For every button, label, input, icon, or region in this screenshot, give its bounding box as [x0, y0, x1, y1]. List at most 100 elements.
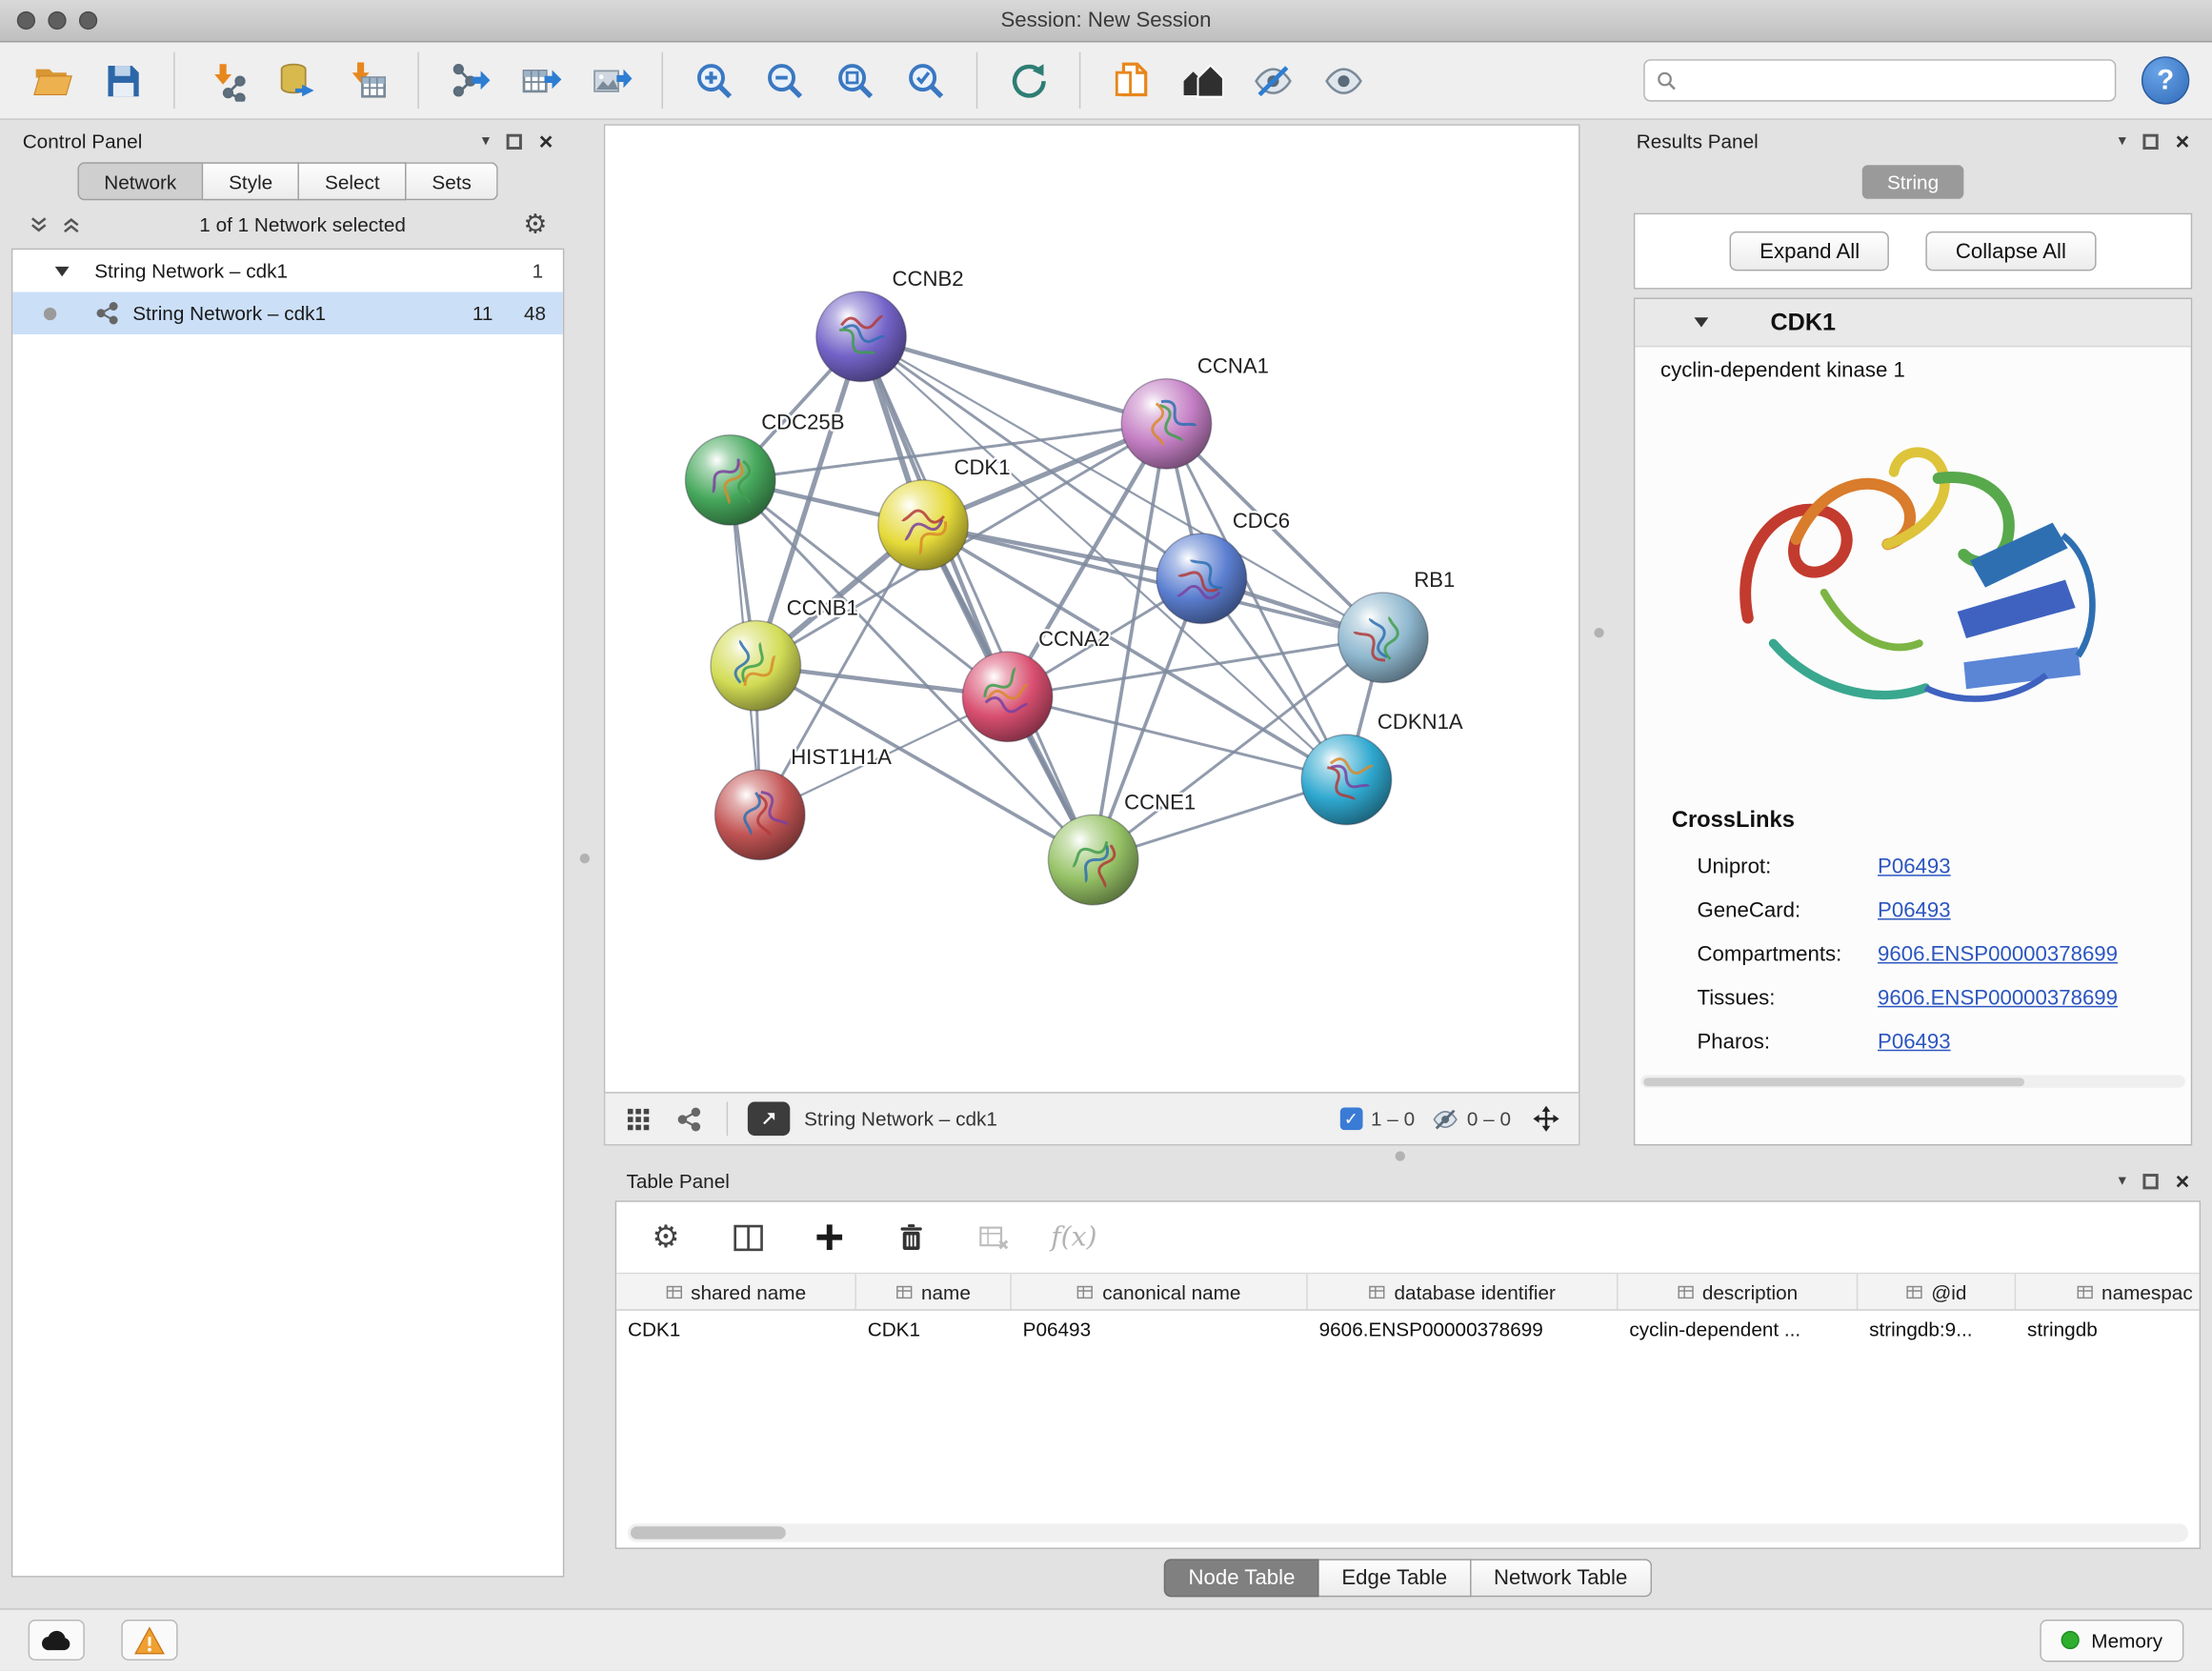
warning-icon	[134, 1626, 166, 1655]
network-row-selected[interactable]: String Network – cdk1 11 48	[12, 292, 563, 334]
columns-icon	[732, 1221, 764, 1254]
column-header-namespace[interactable]: namespac	[2016, 1274, 2200, 1309]
birdseye-view-button[interactable]	[1173, 50, 1232, 110]
table-toolbar: ⚙ f(x)	[616, 1202, 2200, 1273]
scrollbar-handle[interactable]	[631, 1526, 786, 1539]
export-image-button[interactable]	[581, 50, 640, 110]
column-header-name[interactable]: name	[856, 1274, 1012, 1309]
zoom-selected-button[interactable]	[895, 50, 955, 110]
node-label-CDK1: CDK1	[954, 455, 1010, 479]
import-table-file-button[interactable]	[337, 50, 396, 110]
tab-select[interactable]: Select	[299, 162, 406, 200]
export-table-button[interactable]	[511, 50, 570, 110]
tab-edge-table[interactable]: Edge Table	[1319, 1559, 1472, 1597]
network-edge[interactable]	[861, 336, 1166, 424]
delete-column-button[interactable]	[887, 1214, 935, 1261]
import-network-database-button[interactable]	[267, 50, 326, 110]
zoom-window-button[interactable]	[79, 11, 97, 30]
apply-layout-button[interactable]	[998, 50, 1057, 110]
expand-all-button[interactable]: Expand All	[1730, 232, 1889, 271]
delete-table-button-disabled[interactable]	[969, 1214, 1016, 1261]
open-session-button[interactable]	[23, 50, 82, 110]
panel-menu-icon[interactable]: ▾	[2119, 1173, 2126, 1188]
gear-icon: ⚙	[652, 1221, 679, 1253]
close-window-button[interactable]	[17, 11, 35, 30]
collapse-all-icon[interactable]	[29, 213, 50, 234]
annotations-button[interactable]	[1102, 50, 1161, 110]
disclosure-triangle-icon[interactable]	[55, 266, 70, 275]
zoom-fit-button[interactable]	[825, 50, 884, 110]
panel-close-icon[interactable]: ×	[539, 129, 553, 152]
show-all-button[interactable]	[1314, 50, 1373, 110]
show-columns-button[interactable]	[724, 1214, 772, 1261]
network-glyph-button[interactable]	[670, 1100, 707, 1137]
table-row[interactable]: CDK1 CDK1 P06493 9606.ENSP00000378699 cy…	[616, 1311, 2200, 1348]
help-button[interactable]: ?	[2142, 56, 2189, 104]
disclosure-triangle-icon[interactable]	[1695, 317, 1709, 327]
zoom-fit-icon	[835, 60, 875, 101]
panel-float-icon[interactable]	[2143, 1173, 2159, 1188]
add-column-button[interactable]	[806, 1214, 854, 1261]
genecard-link[interactable]: P06493	[1878, 898, 1951, 922]
collapse-all-button[interactable]: Collapse All	[1926, 232, 2096, 271]
grid-icon	[626, 1107, 650, 1131]
tab-network-table[interactable]: Network Table	[1471, 1559, 1651, 1597]
memory-status-icon	[2061, 1631, 2080, 1649]
cloud-status-button[interactable]	[29, 1620, 85, 1661]
detach-view-button[interactable]	[748, 1102, 790, 1137]
network-edge[interactable]	[861, 336, 1094, 859]
zoom-in-button[interactable]	[684, 50, 743, 110]
splitter-handle[interactable]	[580, 854, 590, 863]
network-edge[interactable]	[923, 525, 1383, 637]
memory-button[interactable]: Memory	[2041, 1619, 2183, 1661]
splitter-handle[interactable]	[1396, 1151, 1405, 1160]
zoom-out-button[interactable]	[754, 50, 814, 110]
save-session-button[interactable]	[93, 50, 152, 110]
panel-close-icon[interactable]: ×	[2176, 1169, 2190, 1193]
houses-icon	[1181, 60, 1222, 101]
tab-style[interactable]: Style	[203, 162, 299, 200]
grid-view-button[interactable]	[619, 1100, 656, 1137]
panel-menu-icon[interactable]: ▾	[2119, 133, 2126, 149]
function-builder-button-disabled[interactable]: f(x)	[1051, 1214, 1096, 1261]
compartments-link[interactable]: 9606.ENSP00000378699	[1878, 942, 2118, 966]
column-header-canonical-name[interactable]: canonical name	[1012, 1274, 1308, 1309]
crosshair-icon	[1532, 1105, 1560, 1134]
import-table-icon	[347, 60, 388, 101]
entry-header[interactable]: CDK1	[1635, 299, 2190, 347]
control-panel: Control Panel ▾ × Network Style Select S…	[11, 124, 564, 1577]
tissues-link[interactable]: 9606.ENSP00000378699	[1878, 986, 2118, 1010]
network-options-gear-icon[interactable]: ⚙	[523, 211, 547, 237]
control-panel-title: Control Panel	[23, 130, 143, 152]
string-tab-badge[interactable]: String	[1861, 165, 1963, 199]
uniprot-link[interactable]: P06493	[1878, 855, 1951, 878]
column-header-id[interactable]: @id	[1858, 1274, 2016, 1309]
tab-network[interactable]: Network	[77, 162, 203, 200]
results-horizontal-scrollbar[interactable]	[1640, 1075, 2185, 1087]
fit-selected-button[interactable]	[1528, 1100, 1565, 1137]
current-network-bullet-icon	[44, 307, 56, 319]
network-canvas[interactable]: CCNB2CCNA1CDC25BCDK1CDC6RB1CCNB1CCNA2CDK…	[604, 124, 1580, 1093]
panel-menu-icon[interactable]: ▾	[482, 133, 490, 149]
table-horizontal-scrollbar[interactable]	[628, 1523, 2188, 1541]
panel-close-icon[interactable]: ×	[2176, 129, 2190, 152]
warnings-button[interactable]	[121, 1620, 177, 1661]
column-header-database-identifier[interactable]: database identifier	[1308, 1274, 1619, 1309]
panel-float-icon[interactable]	[2143, 133, 2159, 149]
minimize-window-button[interactable]	[48, 11, 66, 30]
panel-float-icon[interactable]	[507, 133, 522, 149]
tab-sets[interactable]: Sets	[407, 162, 498, 200]
hide-selected-button[interactable]	[1243, 50, 1302, 110]
export-network-button[interactable]	[440, 50, 499, 110]
search-input[interactable]	[1686, 70, 2103, 92]
table-options-button[interactable]: ⚙	[642, 1214, 690, 1261]
column-header-description[interactable]: description	[1619, 1274, 1859, 1309]
column-header-shared-name[interactable]: shared name	[616, 1274, 856, 1309]
import-network-file-button[interactable]	[196, 50, 255, 110]
network-graph[interactable]: CCNB2CCNA1CDC25BCDK1CDC6RB1CCNB1CCNA2CDK…	[605, 126, 1579, 1092]
pharos-link[interactable]: P06493	[1878, 1030, 1951, 1054]
expand-all-icon[interactable]	[61, 213, 82, 234]
tab-node-table[interactable]: Node Table	[1164, 1559, 1318, 1597]
splitter-handle[interactable]	[1594, 628, 1603, 637]
network-collection-row[interactable]: String Network – cdk1 1	[12, 250, 563, 292]
